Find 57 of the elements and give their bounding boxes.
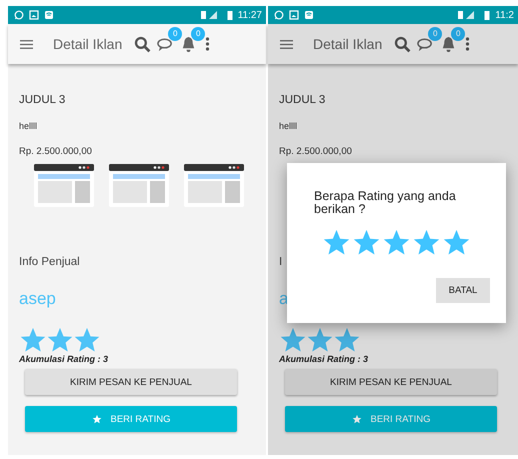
wifi-icon: [304, 10, 314, 20]
listing-description: hellll: [279, 121, 298, 131]
chat-bubble-icon: [274, 10, 284, 20]
image-icon: [289, 10, 299, 20]
listing-title: JUDUL 3: [279, 94, 326, 106]
rate-button[interactable]: BERI RATING: [285, 406, 497, 432]
cancel-button[interactable]: BATAL: [436, 278, 490, 304]
image-icon: [29, 10, 39, 20]
star-icon[interactable]: [382, 228, 411, 256]
status-time: 11:27: [238, 10, 262, 20]
image-placeholder-icon[interactable]: [109, 164, 169, 207]
star-icon: [333, 326, 361, 353]
section-heading: Info Penjual: [19, 256, 80, 268]
star-icon[interactable]: [442, 228, 471, 256]
more-icon[interactable]: [465, 37, 470, 51]
status-time: 11:2: [495, 10, 514, 20]
menu-icon[interactable]: [280, 38, 293, 50]
listing-description: hellll: [19, 121, 38, 131]
search-icon[interactable]: [394, 36, 412, 52]
listing-price: Rp. 2.500.000,00: [19, 146, 92, 157]
chat-bubble-icon: [14, 10, 24, 20]
star-icon: [46, 326, 74, 353]
star-icon: [92, 414, 102, 424]
section-heading: I: [279, 256, 282, 268]
dialog-question: Berapa Rating yang anda berikan ?: [314, 190, 457, 216]
star-icon: [73, 326, 101, 353]
chat-badge: 0: [168, 26, 182, 40]
send-message-button[interactable]: KIRIM PESAN KE PENJUAL: [25, 369, 237, 395]
toolbar-title: Detail Iklan: [53, 36, 122, 52]
battery-icon: [484, 10, 490, 20]
search-icon[interactable]: [134, 36, 152, 52]
chat-icon[interactable]: [417, 36, 434, 52]
menu-icon[interactable]: [20, 38, 33, 50]
listing-title: JUDUL 3: [19, 94, 66, 106]
rate-button[interactable]: BERI RATING: [25, 406, 237, 432]
battery-icon: [226, 10, 233, 20]
toolbar-title: Detail Iklan: [313, 36, 382, 52]
listing-price: Rp. 2.500.000,00: [279, 146, 352, 157]
chat-badge: 0: [428, 26, 442, 40]
more-icon[interactable]: [205, 37, 210, 51]
image-placeholder-icon[interactable]: [184, 164, 244, 207]
star-icon[interactable]: [322, 228, 351, 256]
notification-badge: 0: [191, 26, 206, 40]
rating-summary: Akumulasi Rating : 3: [19, 354, 108, 364]
star-icon[interactable]: [412, 228, 441, 256]
star-icon: [279, 326, 307, 353]
send-message-button[interactable]: KIRIM PESAN KE PENJUAL: [285, 369, 497, 395]
wifi-icon: [44, 10, 54, 20]
star-icon: [19, 326, 47, 353]
notification-badge: 0: [451, 26, 466, 40]
rating-summary: Akumulasi Rating : 3: [279, 354, 368, 364]
star-icon: [306, 326, 334, 353]
star-icon[interactable]: [352, 228, 381, 256]
chat-icon[interactable]: [157, 36, 174, 52]
star-icon: [352, 414, 362, 424]
image-placeholder-icon[interactable]: [34, 164, 94, 207]
seller-name[interactable]: asep: [19, 289, 56, 309]
